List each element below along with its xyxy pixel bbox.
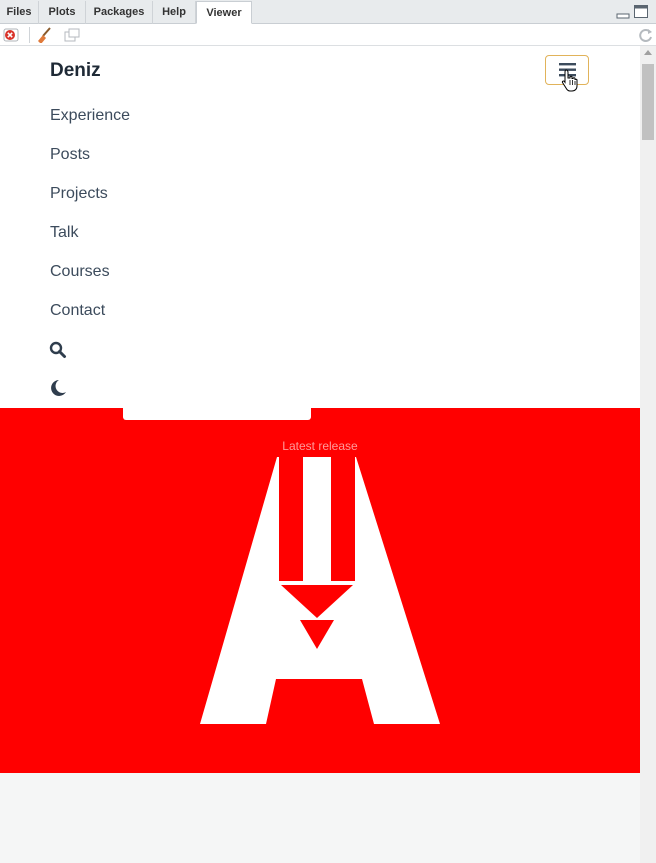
nav-item-talk[interactable]: Talk <box>50 224 78 242</box>
logo-icon <box>200 457 440 724</box>
site-brand[interactable]: Deniz <box>50 60 101 82</box>
tab-viewer[interactable]: Viewer <box>196 1 252 24</box>
scroll-thumb[interactable] <box>642 64 654 140</box>
search-icon[interactable] <box>49 341 67 359</box>
tab-help[interactable]: Help <box>153 1 196 24</box>
viewer-toolbar <box>0 24 656 46</box>
navbar-toggle-button[interactable] <box>545 55 589 92</box>
moon-icon[interactable] <box>49 379 67 397</box>
hero-section: Latest release <box>0 408 640 773</box>
nav-item-posts[interactable]: Posts <box>50 146 90 164</box>
scroll-up-arrow-icon[interactable] <box>644 50 652 55</box>
nav-item-experience[interactable]: Experience <box>50 107 130 125</box>
nav-item-contact[interactable]: Contact <box>50 302 105 320</box>
viewer-scrollbar[interactable] <box>640 46 656 863</box>
tab-packages[interactable]: Packages <box>86 1 153 24</box>
toolbar-divider <box>29 27 30 43</box>
broom-icon[interactable] <box>35 27 51 43</box>
tab-plots[interactable]: Plots <box>39 1 86 24</box>
viewer-content: Latest release Deniz Experience Posts Pr… <box>0 46 640 863</box>
popout-icon[interactable] <box>64 27 80 43</box>
pane-tabbar: Files Plots Packages Help Viewer <box>0 0 656 24</box>
site-navbar: Deniz Experience Posts Projects Talk Cou… <box>0 46 640 408</box>
search-dropdown-edge <box>123 402 311 420</box>
tab-files[interactable]: Files <box>0 1 39 24</box>
hand-cursor-icon <box>561 69 578 92</box>
nav-item-courses[interactable]: Courses <box>50 263 110 281</box>
nav-item-projects[interactable]: Projects <box>50 185 108 203</box>
maximize-pane-icon[interactable] <box>633 4 649 20</box>
minimize-pane-icon[interactable] <box>616 6 630 20</box>
refresh-icon[interactable] <box>638 27 654 43</box>
close-viewer-icon[interactable] <box>3 27 19 43</box>
